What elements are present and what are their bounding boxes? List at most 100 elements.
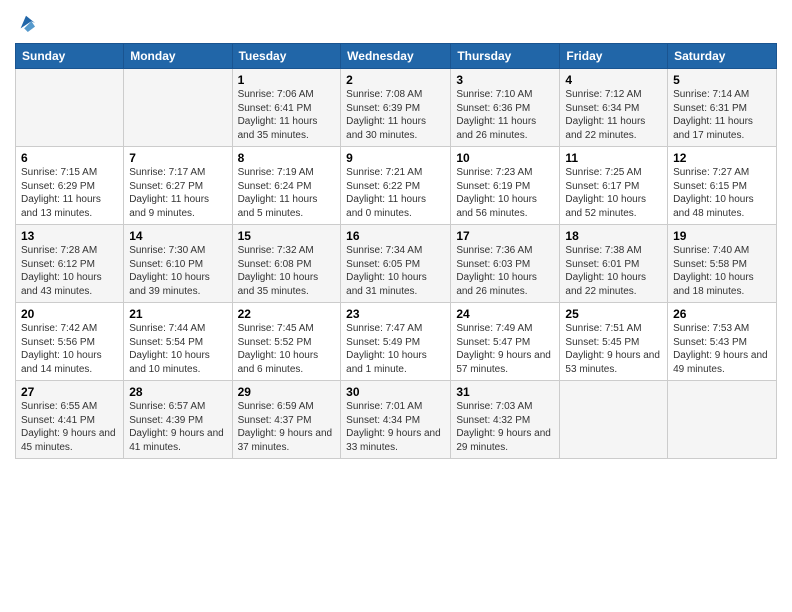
day-number: 8 [238, 151, 336, 165]
calendar-cell [16, 69, 124, 147]
day-detail: Sunrise: 7:38 AM Sunset: 6:01 PM Dayligh… [565, 245, 646, 297]
calendar-cell: 7 Sunrise: 7:17 AM Sunset: 6:27 PM Daylig… [124, 147, 232, 225]
day-detail: Sunrise: 7:40 AM Sunset: 5:58 PM Dayligh… [673, 245, 754, 297]
day-detail: Sunrise: 7:17 AM Sunset: 6:27 PM Dayligh… [129, 167, 209, 219]
day-detail: Sunrise: 7:36 AM Sunset: 6:03 PM Dayligh… [456, 245, 537, 297]
day-header-thursday: Thursday [451, 44, 560, 69]
day-number: 27 [21, 385, 118, 399]
calendar-cell: 24 Sunrise: 7:49 AM Sunset: 5:47 PM Dayli… [451, 303, 560, 381]
day-number: 20 [21, 307, 118, 321]
calendar-cell: 29 Sunrise: 6:59 AM Sunset: 4:37 PM Dayli… [232, 381, 341, 459]
calendar-cell: 10 Sunrise: 7:23 AM Sunset: 6:19 PM Dayli… [451, 147, 560, 225]
day-detail: Sunrise: 7:49 AM Sunset: 5:47 PM Dayligh… [456, 323, 551, 375]
week-row-5: 27 Sunrise: 6:55 AM Sunset: 4:41 PM Dayli… [16, 381, 777, 459]
calendar-cell: 22 Sunrise: 7:45 AM Sunset: 5:52 PM Dayli… [232, 303, 341, 381]
calendar-cell: 15 Sunrise: 7:32 AM Sunset: 6:08 PM Dayli… [232, 225, 341, 303]
calendar-cell [668, 381, 777, 459]
day-number: 18 [565, 229, 662, 243]
calendar-cell: 11 Sunrise: 7:25 AM Sunset: 6:17 PM Dayli… [560, 147, 668, 225]
calendar-cell [560, 381, 668, 459]
day-number: 9 [346, 151, 445, 165]
calendar-cell: 3 Sunrise: 7:10 AM Sunset: 6:36 PM Daylig… [451, 69, 560, 147]
day-detail: Sunrise: 7:15 AM Sunset: 6:29 PM Dayligh… [21, 167, 101, 219]
day-detail: Sunrise: 7:32 AM Sunset: 6:08 PM Dayligh… [238, 245, 319, 297]
day-header-sunday: Sunday [16, 44, 124, 69]
header-row: SundayMondayTuesdayWednesdayThursdayFrid… [16, 44, 777, 69]
day-header-wednesday: Wednesday [341, 44, 451, 69]
calendar-cell: 9 Sunrise: 7:21 AM Sunset: 6:22 PM Daylig… [341, 147, 451, 225]
calendar-cell: 6 Sunrise: 7:15 AM Sunset: 6:29 PM Daylig… [16, 147, 124, 225]
day-detail: Sunrise: 7:51 AM Sunset: 5:45 PM Dayligh… [565, 323, 660, 375]
day-number: 13 [21, 229, 118, 243]
day-number: 1 [238, 73, 336, 87]
day-number: 26 [673, 307, 771, 321]
day-detail: Sunrise: 7:03 AM Sunset: 4:32 PM Dayligh… [456, 401, 551, 453]
logo [15, 14, 35, 37]
header [15, 10, 777, 37]
day-detail: Sunrise: 7:53 AM Sunset: 5:43 PM Dayligh… [673, 323, 768, 375]
day-detail: Sunrise: 7:12 AM Sunset: 6:34 PM Dayligh… [565, 89, 645, 141]
day-detail: Sunrise: 7:21 AM Sunset: 6:22 PM Dayligh… [346, 167, 426, 219]
day-number: 17 [456, 229, 554, 243]
day-number: 23 [346, 307, 445, 321]
week-row-4: 20Sunrise: 7:42 AM Sunset: 5:56 PM Dayli… [16, 303, 777, 381]
day-detail: Sunrise: 7:28 AM Sunset: 6:12 PM Dayligh… [21, 245, 102, 297]
day-number: 24 [456, 307, 554, 321]
calendar-cell: 28 Sunrise: 6:57 AM Sunset: 4:39 PM Dayli… [124, 381, 232, 459]
day-detail: Sunrise: 6:57 AM Sunset: 4:39 PM Dayligh… [129, 401, 224, 453]
day-number: 3 [456, 73, 554, 87]
calendar-cell: 31 Sunrise: 7:03 AM Sunset: 4:32 PM Dayli… [451, 381, 560, 459]
calendar-cell: 19Sunrise: 7:40 AM Sunset: 5:58 PM Dayli… [668, 225, 777, 303]
day-number: 6 [21, 151, 118, 165]
day-detail: Sunrise: 7:30 AM Sunset: 6:10 PM Dayligh… [129, 245, 210, 297]
day-number: 16 [346, 229, 445, 243]
logo-icon [17, 14, 35, 32]
day-detail: Sunrise: 7:10 AM Sunset: 6:36 PM Dayligh… [456, 89, 536, 141]
day-number: 11 [565, 151, 662, 165]
day-detail: Sunrise: 7:25 AM Sunset: 6:17 PM Dayligh… [565, 167, 646, 219]
day-detail: Sunrise: 7:14 AM Sunset: 6:31 PM Dayligh… [673, 89, 753, 141]
day-number: 5 [673, 73, 771, 87]
calendar-cell: 5 Sunrise: 7:14 AM Sunset: 6:31 PM Daylig… [668, 69, 777, 147]
day-detail: Sunrise: 7:08 AM Sunset: 6:39 PM Dayligh… [346, 89, 426, 141]
day-number: 30 [346, 385, 445, 399]
calendar-cell: 17 Sunrise: 7:36 AM Sunset: 6:03 PM Dayli… [451, 225, 560, 303]
day-number: 29 [238, 385, 336, 399]
week-row-1: 1 Sunrise: 7:06 AM Sunset: 6:41 PM Daylig… [16, 69, 777, 147]
day-detail: Sunrise: 7:19 AM Sunset: 6:24 PM Dayligh… [238, 167, 318, 219]
calendar-cell: 25Sunrise: 7:51 AM Sunset: 5:45 PM Dayli… [560, 303, 668, 381]
day-detail: Sunrise: 7:47 AM Sunset: 5:49 PM Dayligh… [346, 323, 427, 375]
calendar-cell: 14 Sunrise: 7:30 AM Sunset: 6:10 PM Dayli… [124, 225, 232, 303]
day-number: 10 [456, 151, 554, 165]
day-detail: Sunrise: 6:55 AM Sunset: 4:41 PM Dayligh… [21, 401, 116, 453]
day-detail: Sunrise: 6:59 AM Sunset: 4:37 PM Dayligh… [238, 401, 333, 453]
calendar-table: SundayMondayTuesdayWednesdayThursdayFrid… [15, 43, 777, 459]
day-number: 28 [129, 385, 226, 399]
day-header-monday: Monday [124, 44, 232, 69]
day-header-tuesday: Tuesday [232, 44, 341, 69]
calendar-cell: 1 Sunrise: 7:06 AM Sunset: 6:41 PM Daylig… [232, 69, 341, 147]
calendar-cell: 26 Sunrise: 7:53 AM Sunset: 5:43 PM Dayli… [668, 303, 777, 381]
day-number: 7 [129, 151, 226, 165]
day-detail: Sunrise: 7:45 AM Sunset: 5:52 PM Dayligh… [238, 323, 319, 375]
day-number: 14 [129, 229, 226, 243]
day-detail: Sunrise: 7:44 AM Sunset: 5:54 PM Dayligh… [129, 323, 210, 375]
day-detail: Sunrise: 7:27 AM Sunset: 6:15 PM Dayligh… [673, 167, 754, 219]
calendar-cell: 4 Sunrise: 7:12 AM Sunset: 6:34 PM Daylig… [560, 69, 668, 147]
day-detail: Sunrise: 7:23 AM Sunset: 6:19 PM Dayligh… [456, 167, 537, 219]
calendar-cell: 2Sunrise: 7:08 AM Sunset: 6:39 PM Daylig… [341, 69, 451, 147]
calendar-cell: 23 Sunrise: 7:47 AM Sunset: 5:49 PM Dayli… [341, 303, 451, 381]
calendar-cell: 20Sunrise: 7:42 AM Sunset: 5:56 PM Dayli… [16, 303, 124, 381]
day-number: 31 [456, 385, 554, 399]
day-detail: Sunrise: 7:01 AM Sunset: 4:34 PM Dayligh… [346, 401, 441, 453]
week-row-2: 6 Sunrise: 7:15 AM Sunset: 6:29 PM Daylig… [16, 147, 777, 225]
day-number: 15 [238, 229, 336, 243]
calendar-cell: 8 Sunrise: 7:19 AM Sunset: 6:24 PM Daylig… [232, 147, 341, 225]
calendar-cell: 13 Sunrise: 7:28 AM Sunset: 6:12 PM Dayli… [16, 225, 124, 303]
day-number: 21 [129, 307, 226, 321]
day-number: 22 [238, 307, 336, 321]
day-detail: Sunrise: 7:06 AM Sunset: 6:41 PM Dayligh… [238, 89, 318, 141]
day-header-friday: Friday [560, 44, 668, 69]
day-number: 4 [565, 73, 662, 87]
day-detail: Sunrise: 7:34 AM Sunset: 6:05 PM Dayligh… [346, 245, 427, 297]
